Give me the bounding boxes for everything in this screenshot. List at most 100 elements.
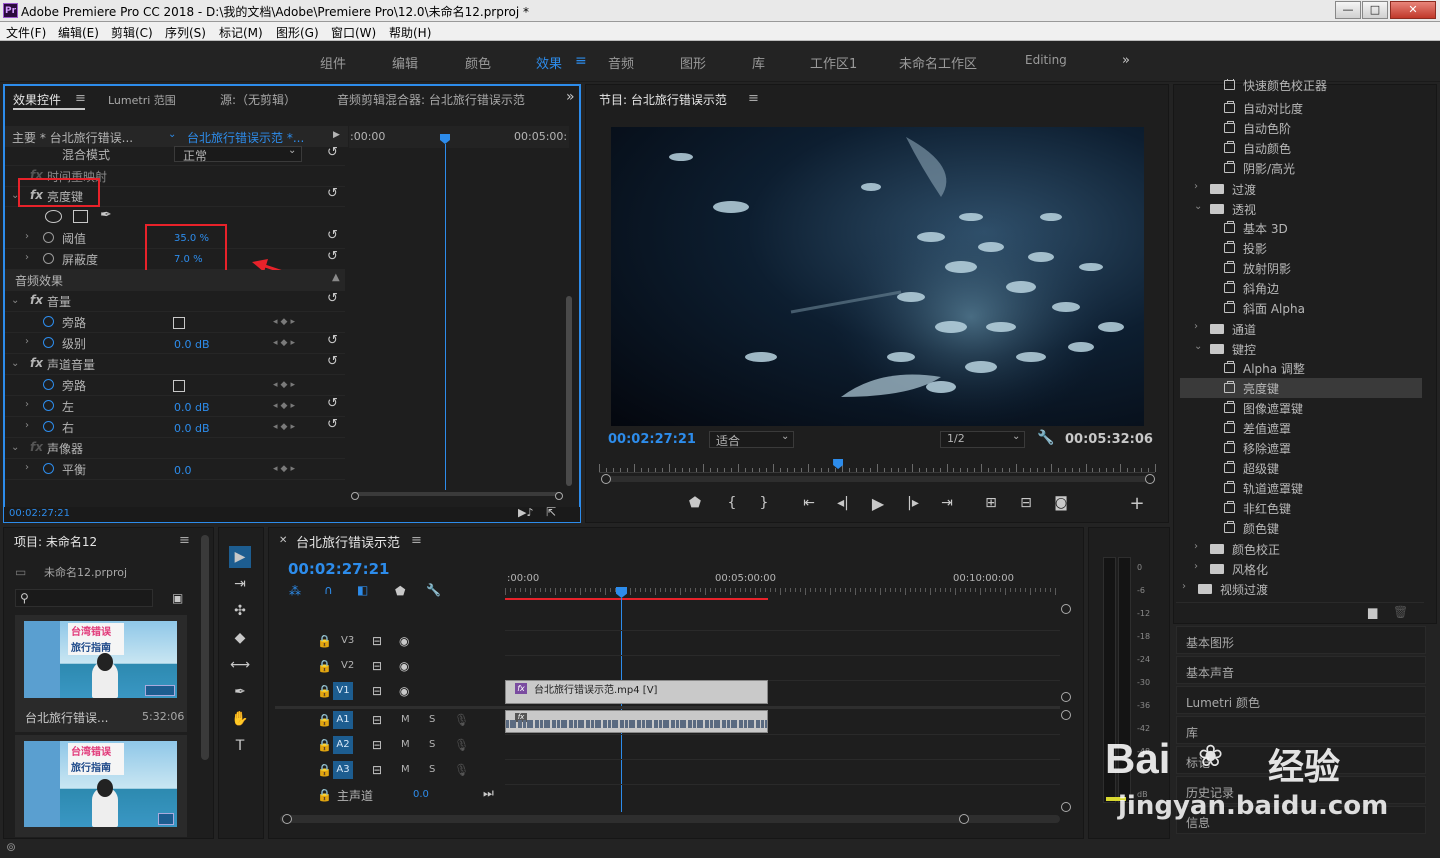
play-audio-icon[interactable]: ▶♪ <box>518 506 533 519</box>
track-target-a1[interactable]: A1 <box>333 711 353 729</box>
master-clip-label[interactable]: 主要 * 台北旅行错误... <box>12 129 133 146</box>
rectangle-mask-icon[interactable] <box>73 210 88 223</box>
eye-icon[interactable]: ◉ <box>399 659 409 673</box>
effect-item[interactable]: 基本 3D <box>1180 218 1422 238</box>
stopwatch-icon[interactable] <box>43 253 54 264</box>
expand-arrow-icon[interactable]: › <box>25 420 29 431</box>
keyframe-nav-icon[interactable]: ◂◆▸ <box>273 317 298 327</box>
folder-stylize[interactable]: › 风格化 <box>1180 559 1422 579</box>
tab-source[interactable]: 源:（无剪辑） <box>220 91 296 108</box>
solo-button[interactable]: S <box>429 714 435 725</box>
reset-icon[interactable]: ↺ <box>327 396 338 411</box>
eye-icon[interactable]: ◉ <box>399 634 409 648</box>
reset-icon[interactable]: ↺ <box>327 333 338 348</box>
folder-keying[interactable]: ⌄ 键控 <box>1180 339 1422 359</box>
lock-icon[interactable]: 🔒 <box>317 763 332 777</box>
menu-graphics[interactable]: 图形(G) <box>276 24 319 41</box>
panel-essential-graphics[interactable]: 基本图形 <box>1176 626 1426 654</box>
extract-icon[interactable]: ⊟ <box>1016 495 1036 511</box>
workspace-tab-editing-en[interactable]: Editing <box>1025 53 1067 67</box>
folder-channel[interactable]: › 通道 <box>1180 319 1422 339</box>
add-marker-icon[interactable]: ⬟ <box>685 495 705 511</box>
menu-window[interactable]: 窗口(W) <box>331 24 376 41</box>
left-value[interactable]: 0.0 dB <box>174 401 210 414</box>
minimize-button[interactable]: — <box>1335 1 1361 19</box>
hand-tool-icon[interactable]: ✋ <box>229 708 251 730</box>
work-area-bar[interactable] <box>505 598 768 600</box>
lock-icon[interactable]: 🔒 <box>317 788 332 802</box>
go-to-end-icon[interactable]: ⏭ <box>483 786 494 801</box>
hamburger-menu-icon[interactable]: ≡ <box>575 53 587 69</box>
mark-out-icon[interactable]: } <box>754 495 774 511</box>
v-zoom-handle-mid[interactable] <box>1061 692 1071 702</box>
level-value[interactable]: 0.0 dB <box>174 338 210 351</box>
lock-icon[interactable]: 🔒 <box>317 738 332 752</box>
effect-item[interactable]: 投影 <box>1180 238 1422 258</box>
panel-essential-sound[interactable]: 基本声音 <box>1176 656 1426 684</box>
zoom-handle-right[interactable] <box>555 492 563 500</box>
project-search-input[interactable]: ⚲ <box>15 589 153 607</box>
effect-item[interactable]: 斜角边 <box>1180 278 1422 298</box>
track-select-tool-icon[interactable]: ⇥ <box>229 573 251 595</box>
zoom-handle-right[interactable] <box>959 814 969 824</box>
expand-arrow-icon[interactable]: › <box>25 336 29 347</box>
effect-item[interactable]: 移除遮罩 <box>1180 438 1422 458</box>
reset-icon[interactable]: ↺ <box>327 145 338 160</box>
right-value[interactable]: 0.0 dB <box>174 422 210 435</box>
menu-clip[interactable]: 剪辑(C) <box>111 24 153 41</box>
snap-icon[interactable]: ∩ <box>324 583 333 597</box>
zoom-handle-left[interactable] <box>601 474 611 484</box>
effect-item[interactable]: Alpha 调整 <box>1180 358 1422 378</box>
track-target-a2[interactable]: A2 <box>333 736 353 754</box>
microphone-icon[interactable]: 🎙 <box>454 763 469 777</box>
ellipse-mask-icon[interactable] <box>45 210 62 223</box>
menu-file[interactable]: 文件(F) <box>6 24 46 41</box>
program-monitor-title[interactable]: 节目: 台北旅行错误示范 <box>599 91 727 108</box>
stopwatch-icon[interactable] <box>43 337 54 348</box>
sequence-thumbnail[interactable]: 台湾错误 旅行指南 <box>24 741 177 827</box>
stopwatch-icon[interactable] <box>43 463 54 474</box>
go-to-in-icon[interactable]: ⇤ <box>799 495 819 511</box>
trash-icon[interactable]: 🗑 <box>1393 605 1408 619</box>
sync-lock-icon[interactable]: ⊟ <box>372 659 382 673</box>
mute-button[interactable]: M <box>401 739 410 750</box>
lock-icon[interactable]: 🔒 <box>317 713 332 727</box>
add-button-icon[interactable]: + <box>1127 493 1147 514</box>
menu-marker[interactable]: 标记(M) <box>219 24 263 41</box>
bypass-checkbox[interactable] <box>173 317 185 329</box>
effect-item[interactable]: 图像遮罩键 <box>1180 398 1422 418</box>
folder-video-transitions[interactable]: › 视频过渡 <box>1168 579 1410 599</box>
effect-item-selected[interactable]: 亮度键 <box>1180 378 1422 398</box>
panel-menu-icon[interactable]: ≡ <box>75 91 86 106</box>
settings-wrench-icon[interactable]: 🔧 <box>426 583 441 597</box>
razor-tool-icon[interactable]: ◆ <box>229 627 251 649</box>
effect-item[interactable]: 自动色阶 <box>1180 118 1422 138</box>
solo-button[interactable]: S <box>429 764 435 775</box>
timeline-timecode[interactable]: 00:02:27:21 <box>288 560 390 578</box>
workspace-tab-libraries[interactable]: 库 <box>752 53 765 72</box>
linked-selection-icon[interactable]: ◧ <box>357 583 368 597</box>
menu-help[interactable]: 帮助(H) <box>389 24 431 41</box>
lock-icon[interactable]: 🔒 <box>317 684 332 698</box>
expand-arrow-icon[interactable]: › <box>25 252 29 263</box>
play-only-icon[interactable]: ▶ <box>333 130 340 140</box>
stopwatch-icon[interactable] <box>43 316 54 327</box>
ripple-edit-tool-icon[interactable]: ✣ <box>229 600 251 622</box>
sequence-clip-label[interactable]: 台北旅行错误示范 *... <box>187 129 304 146</box>
master-value[interactable]: 0.0 <box>413 789 429 800</box>
zoom-handle-right[interactable] <box>1145 474 1155 484</box>
a-zoom-handle-bottom[interactable] <box>1061 802 1071 812</box>
keyframe-nav-icon[interactable]: ◂◆▸ <box>273 401 298 411</box>
type-tool-icon[interactable]: T <box>229 735 251 757</box>
reset-icon[interactable]: ↺ <box>327 228 338 243</box>
track-target-v1[interactable]: V1 <box>333 682 353 700</box>
close-tab-icon[interactable]: ✕ <box>279 535 287 546</box>
mute-button[interactable]: M <box>401 714 410 725</box>
track-target-a3[interactable]: A3 <box>333 761 353 779</box>
effect-item[interactable]: 轨道遮罩键 <box>1180 478 1422 498</box>
clip-thumbnail[interactable]: 台湾错误 旅行指南 <box>24 621 177 698</box>
sync-lock-icon[interactable]: ⊟ <box>372 634 382 648</box>
panel-menu-icon[interactable]: ≡ <box>179 533 190 548</box>
project-title[interactable]: 项目: 未命名12 <box>14 533 97 550</box>
balance-value[interactable]: 0.0 <box>174 464 192 477</box>
